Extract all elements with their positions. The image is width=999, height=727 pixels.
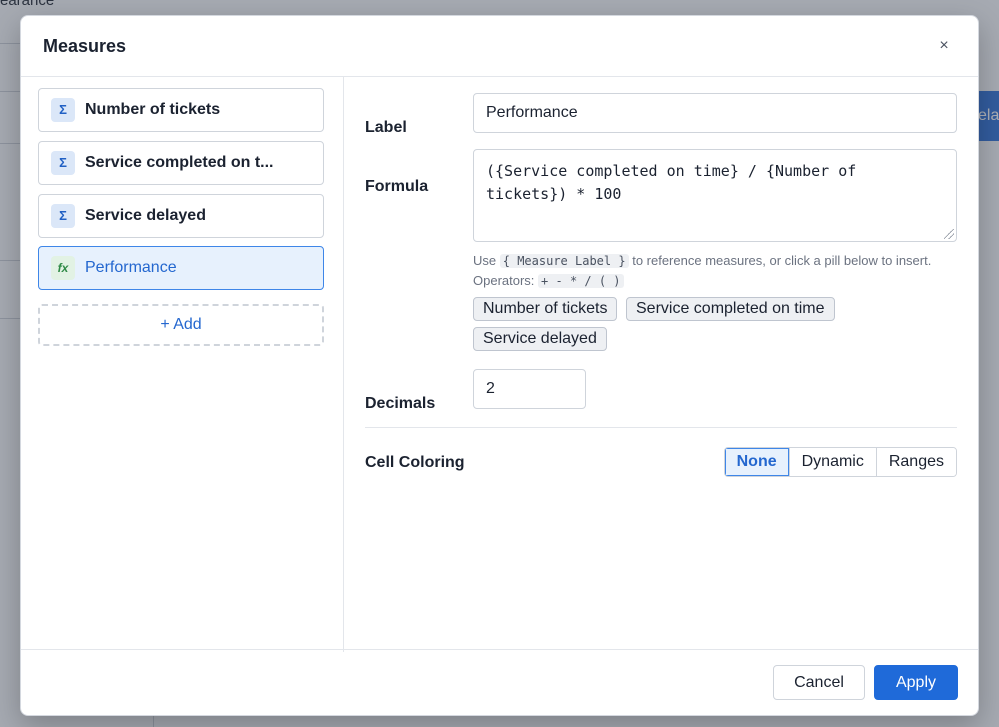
help-operators: + - * / ( )	[538, 274, 624, 288]
measure-item-service-delayed[interactable]: Σ Service delayed	[38, 194, 324, 238]
cell-coloring-segmented-control: None Dynamic Ranges	[723, 447, 957, 477]
section-divider	[365, 427, 957, 428]
sigma-icon: Σ	[51, 151, 75, 175]
coloring-option-dynamic[interactable]: Dynamic	[788, 448, 876, 476]
pill-service-delayed[interactable]: Service delayed	[473, 327, 607, 351]
modal-body: Σ Number of tickets Σ Service completed …	[21, 76, 978, 652]
pill-number-of-tickets[interactable]: Number of tickets	[473, 297, 618, 321]
sigma-icon: Σ	[51, 98, 75, 122]
add-measure-button[interactable]: + Add	[38, 304, 324, 346]
help-token: { Measure Label }	[499, 254, 629, 268]
formula-field-label: Formula	[365, 178, 429, 195]
label-input[interactable]	[473, 93, 957, 133]
formula-textarea[interactable]: ({Service completed on time} / {Number o…	[473, 149, 957, 242]
apply-button[interactable]: Apply	[874, 665, 958, 700]
help-rest: to reference measures, or click a pill b…	[632, 253, 932, 268]
measure-item-label: Service delayed	[85, 207, 206, 224]
help-operators-label: Operators:	[473, 273, 535, 288]
measure-item-service-completed[interactable]: Σ Service completed on t...	[38, 141, 324, 185]
cell-coloring-label: Cell Coloring	[365, 454, 465, 471]
pill-service-completed-on-time[interactable]: Service completed on time	[626, 297, 835, 321]
measure-item-label: Number of tickets	[85, 101, 221, 118]
function-icon: fx	[51, 256, 75, 280]
measure-item-performance[interactable]: fx Performance	[38, 246, 324, 290]
measure-editor: Label Formula ({Service completed on tim…	[344, 76, 978, 652]
help-use: Use	[473, 253, 497, 268]
measure-item-label: Service completed on t...	[85, 154, 274, 171]
modal-footer: Cancel Apply	[21, 649, 978, 715]
decimals-input[interactable]	[473, 369, 586, 409]
measures-modal: Measures × Σ Number of tickets Σ Service…	[20, 15, 979, 716]
measure-item-number-of-tickets[interactable]: Σ Number of tickets	[38, 88, 324, 132]
coloring-option-none[interactable]: None	[724, 448, 789, 476]
measure-list: Σ Number of tickets Σ Service completed …	[21, 76, 344, 652]
decimals-field-label: Decimals	[365, 395, 436, 412]
modal-header: Measures ×	[21, 16, 978, 77]
formula-help-text: Use { Measure Label } to reference measu…	[473, 251, 931, 291]
coloring-option-ranges[interactable]: Ranges	[875, 448, 956, 476]
resize-handle-icon[interactable]	[944, 229, 954, 239]
modal-title: Measures	[43, 36, 127, 56]
label-field-label: Label	[365, 119, 407, 136]
cancel-button[interactable]: Cancel	[773, 665, 865, 700]
measure-item-label: Performance	[85, 259, 177, 276]
sigma-icon: Σ	[51, 204, 75, 228]
close-icon[interactable]: ×	[936, 38, 952, 54]
